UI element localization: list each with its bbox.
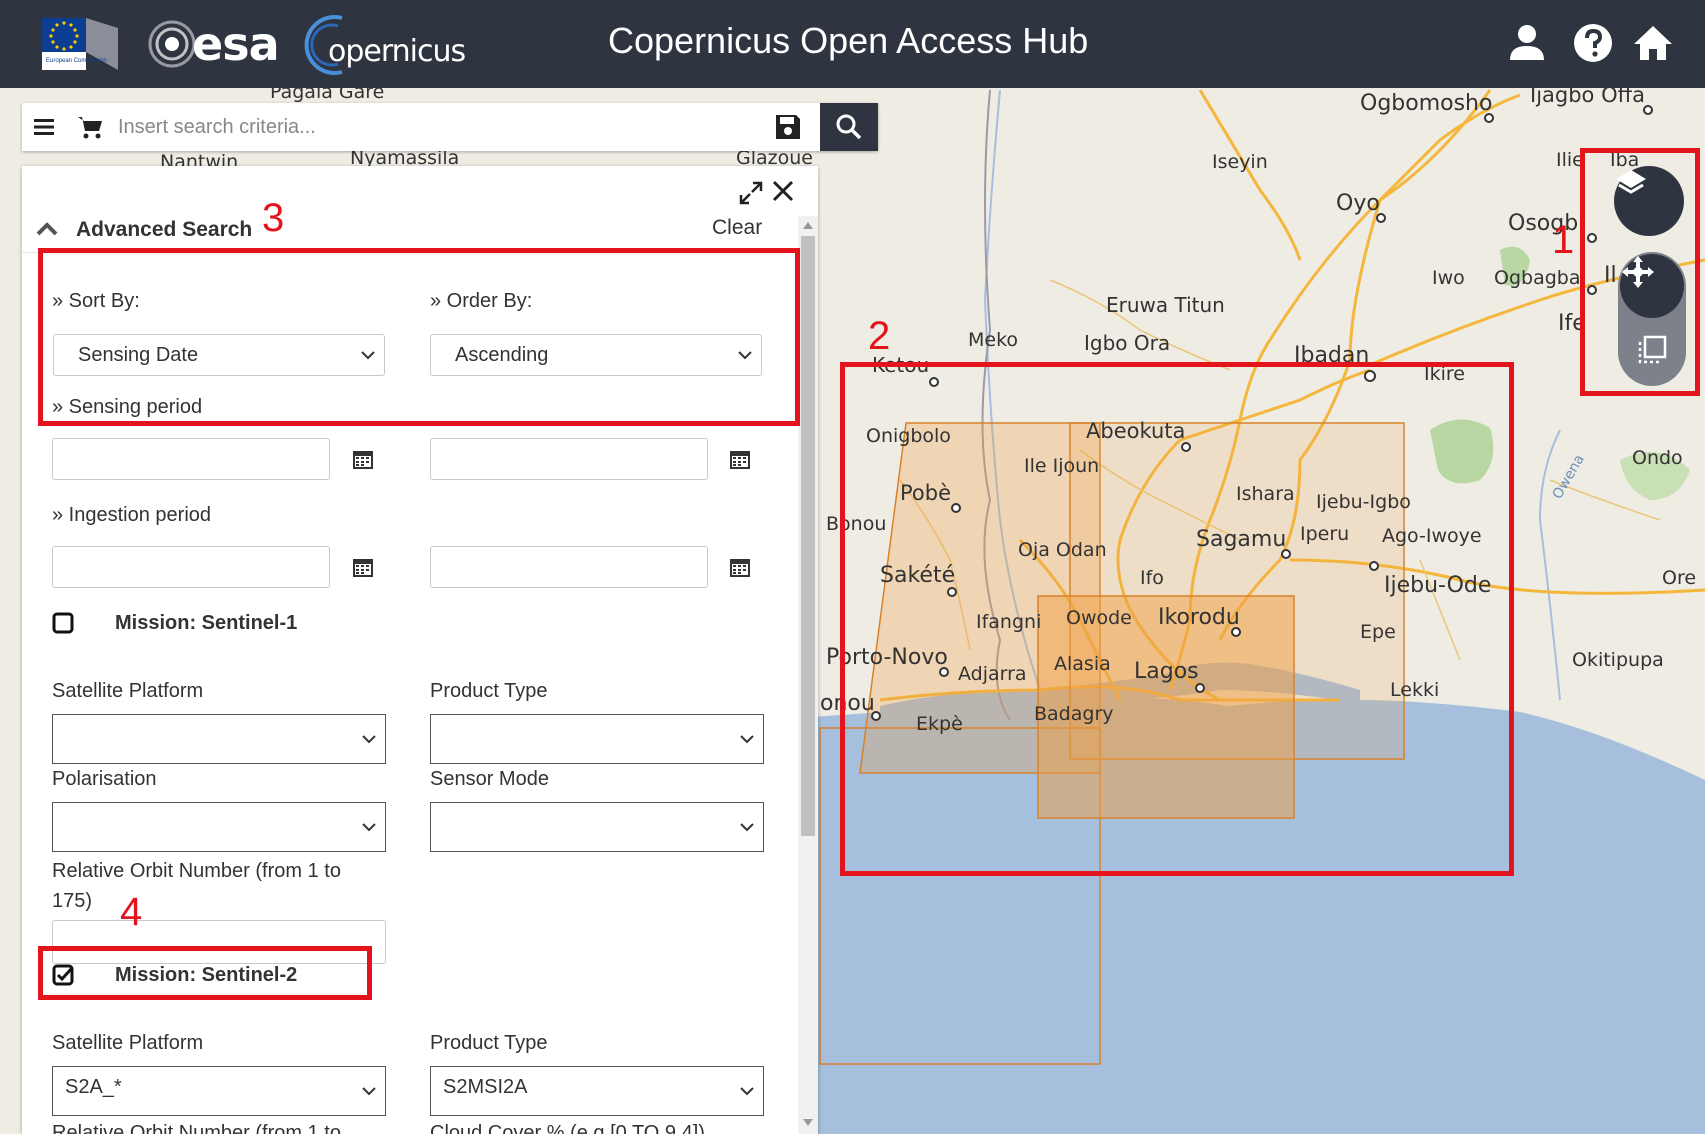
s2-platform-label: Satellite Platform	[52, 1032, 204, 1054]
s1-polarisation-label: Polarisation	[52, 768, 157, 790]
scroll-down-icon[interactable]	[802, 1118, 814, 1128]
place-label: Ogbomosho	[1360, 91, 1492, 116]
ec-logo-text: European Commission	[46, 58, 107, 64]
s2-platform-value: S2A_*	[65, 1076, 122, 1098]
chevron-down-icon	[362, 1087, 376, 1096]
sensing-start-field[interactable]	[52, 438, 330, 480]
copernicus-logo-text: opernicus	[328, 34, 466, 69]
calendar-icon[interactable]	[729, 556, 751, 578]
s1-product-type-label: Product Type	[430, 680, 548, 702]
place-label: Ondo	[1632, 447, 1683, 469]
calendar-icon[interactable]	[352, 556, 374, 578]
place-label: Meko	[968, 329, 1018, 351]
place-label: Iseyin	[1212, 151, 1268, 173]
clear-button[interactable]: Clear	[712, 216, 762, 240]
esa-swirl-icon	[148, 20, 196, 68]
esa-logo: esa	[146, 17, 286, 71]
panel-header: Advanced Search Clear	[22, 166, 818, 256]
ingestion-start-field[interactable]	[52, 546, 330, 588]
search-button[interactable]	[820, 103, 878, 151]
calendar-icon[interactable]	[729, 448, 751, 470]
s1-platform-select[interactable]	[52, 714, 386, 764]
s1-product-type-select[interactable]	[430, 714, 764, 764]
sensing-end-field[interactable]	[430, 438, 708, 480]
place-label: Ogbagba	[1494, 267, 1580, 289]
annotation-number: 3	[262, 196, 285, 240]
search-input[interactable]	[118, 111, 688, 143]
s2-product-type-select[interactable]: S2MSI2A	[430, 1066, 764, 1116]
s1-platform-label: Satellite Platform	[52, 680, 204, 702]
s1-sensor-mode-select[interactable]	[430, 802, 764, 852]
chevron-down-icon	[740, 735, 754, 744]
annotation-box-2	[840, 362, 1514, 876]
s1-polarisation-select[interactable]	[52, 802, 386, 852]
chevron-down-icon	[740, 1087, 754, 1096]
place-label: Ijagbo Offa	[1530, 88, 1645, 107]
ingestion-period-label: » Ingestion period	[52, 504, 212, 526]
chevron-down-icon	[362, 823, 376, 832]
calendar-icon[interactable]	[352, 448, 374, 470]
place-label: Okitipupa	[1572, 649, 1664, 671]
annotation-number: 1	[1552, 218, 1575, 262]
place-label: Oyo	[1336, 191, 1380, 216]
chevron-up-icon[interactable]	[36, 222, 58, 236]
place-label: Iwo	[1432, 267, 1465, 289]
advanced-search-title: Advanced Search	[76, 218, 253, 241]
s2-product-type-label: Product Type	[430, 1032, 548, 1054]
user-icon[interactable]	[1506, 22, 1548, 64]
app-title: Copernicus Open Access Hub	[608, 20, 1089, 61]
place-label: Ore	[1662, 567, 1696, 589]
scroll-up-icon[interactable]	[802, 220, 814, 230]
annotation-number: 2	[868, 314, 891, 358]
s2-cloud-cover-label: Cloud Cover % (e.g.[0 TO 9.4])	[430, 1122, 705, 1134]
ingestion-end-field[interactable]	[430, 546, 708, 588]
save-icon[interactable]	[774, 113, 802, 141]
scrollbar-thumb[interactable]	[801, 236, 815, 836]
european-commission-logo: European Commission	[42, 18, 118, 70]
annotation-box-3	[38, 248, 800, 426]
sentinel1-title: Mission: Sentinel-1	[115, 612, 298, 634]
expand-icon[interactable]	[738, 180, 764, 206]
close-icon[interactable]	[770, 178, 796, 204]
place-label: Igbo Ora	[1084, 331, 1170, 355]
panel-scrollbar[interactable]	[798, 216, 818, 1134]
s2-orbit-label: Relative Orbit Number (from 1 to	[52, 1122, 341, 1134]
copernicus-logo: opernicus	[302, 12, 482, 78]
esa-logo-text: esa	[192, 17, 280, 71]
sentinel1-checkbox[interactable]	[52, 612, 74, 634]
menu-icon[interactable]	[32, 115, 56, 139]
s1-sensor-mode-label: Sensor Mode	[430, 768, 549, 790]
s2-product-type-value: S2MSI2A	[443, 1076, 528, 1098]
s2-platform-select[interactable]: S2A_*	[52, 1066, 386, 1116]
home-icon[interactable]	[1632, 22, 1674, 64]
search-icon	[836, 114, 862, 140]
annotation-number: 4	[120, 890, 143, 934]
chevron-down-icon	[362, 735, 376, 744]
annotation-box-1	[1580, 148, 1700, 396]
chevron-down-icon	[740, 823, 754, 832]
cart-icon[interactable]	[76, 113, 104, 141]
s1-orbit-label: Relative Orbit Number (from 1 to 175)	[52, 860, 341, 912]
annotation-box-4	[38, 946, 372, 1000]
place-label: Eruwa Titun	[1106, 293, 1225, 317]
search-bar	[22, 103, 878, 151]
place-label: Pagala Gare	[270, 88, 384, 103]
help-icon[interactable]	[1572, 22, 1614, 64]
app-header: European Commission esa opernicus Copern…	[0, 0, 1705, 88]
